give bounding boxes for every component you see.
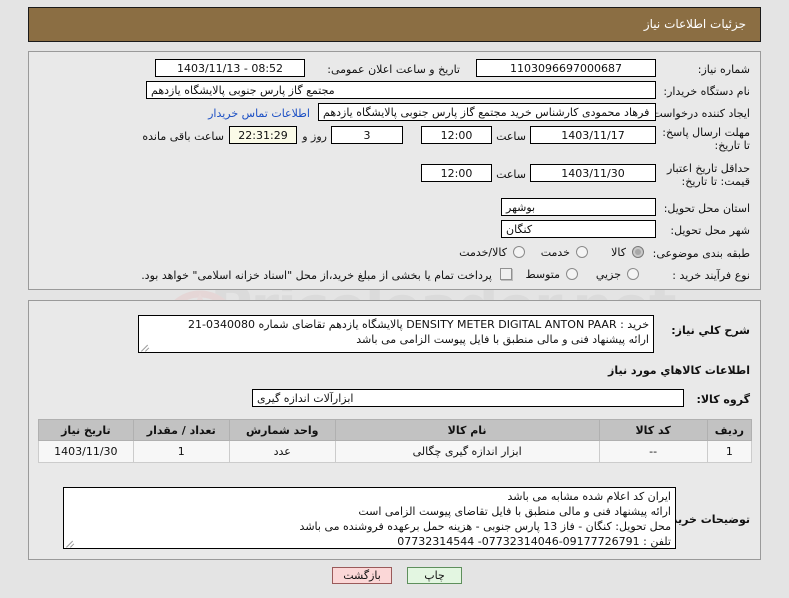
page-title: جزئیات اطلاعات نیاز: [643, 17, 746, 31]
need-info-panel: شماره نیاز: 1103096697000687 تاریخ و ساع…: [28, 51, 761, 290]
radio-category-service-label: خدمت: [540, 246, 570, 259]
th-unit: واحد شمارش: [228, 419, 336, 441]
need-number-label: شماره نیاز:: [697, 63, 750, 76]
goods-group-label: گروه کالا:: [696, 393, 750, 406]
buyer-notes-box: ایران کد اعلام شده مشابه می باشد ارائه پ…: [63, 487, 676, 549]
table-row: 1 -- ابزار اندازه گیری چگالی عدد 1 1403/…: [38, 440, 753, 463]
cell-qty: 1: [132, 440, 230, 463]
creator-value: فرهاد محمودی کارشناس خرید مجتمع گاز پارس…: [318, 103, 656, 121]
deadline-label: مهلت ارسال پاسخ: تا تاریخ:: [662, 126, 750, 152]
cell-name: ابزار اندازه گیری چگالی: [334, 440, 600, 463]
province-value: بوشهر: [501, 198, 656, 216]
price-validity-hour-label: ساعت: [496, 168, 526, 181]
cell-unit: عدد: [228, 440, 336, 463]
countdown-label: ساعت باقی مانده: [142, 130, 224, 143]
announce-datetime-value: 1403/11/13 - 08:52: [155, 59, 305, 77]
print-button[interactable]: چاپ: [407, 567, 462, 584]
buyer-notes-line-2: ارائه پیشنهاد فنی و مالی منطبق با فایل ت…: [358, 505, 671, 518]
page-title-bar: جزئیات اطلاعات نیاز: [28, 7, 761, 42]
radio-process-medium-label: متوسط: [525, 268, 560, 281]
province-label: استان محل تحویل:: [663, 202, 750, 215]
th-code: کد کالا: [598, 419, 708, 441]
th-row: ردیف: [706, 419, 753, 441]
buyer-org-value: مجتمع گاز پارس جنوبی پالایشگاه یازدهم: [146, 81, 656, 99]
buyer-org-label: نام دستگاه خریدار:: [663, 85, 750, 98]
deadline-time-value: 12:00: [421, 126, 492, 144]
description-box: خرید : DENSITY METER DIGITAL ANTON PAAR …: [138, 315, 654, 353]
need-details-panel: شرح کلي نیاز: خرید : DENSITY METER DIGIT…: [28, 300, 761, 560]
category-label: طبقه بندی موضوعی:: [652, 247, 750, 260]
remaining-days-label: روز و: [302, 130, 327, 143]
radio-process-minor[interactable]: [627, 268, 639, 280]
radio-category-service[interactable]: [576, 246, 588, 258]
goods-table: ردیف کد کالا نام کالا واحد شمارش تعداد /…: [38, 419, 753, 463]
buyer-notes-line-4: تلفن : 09177726791-07732314046- 07732314…: [397, 535, 671, 548]
goods-section-title: اطلاعات کالاهاي مورد نیاز: [608, 364, 750, 377]
description-line-2: ارائه پیشنهاد فنی و مالی منطبق با فایل پ…: [356, 333, 649, 346]
deadline-hour-label: ساعت: [496, 130, 526, 143]
cell-need-date: 1403/11/30: [38, 440, 134, 463]
process-label: نوع فرآیند خرید :: [672, 269, 750, 282]
cell-row: 1: [706, 440, 753, 463]
price-validity-label: حداقل تاریخ اعتبار قیمت: تا تاریخ:: [666, 162, 750, 188]
creator-label: ایجاد کننده درخواست:: [648, 107, 750, 120]
th-need-date: تاریخ نیاز: [38, 419, 134, 441]
buyer-contact-link[interactable]: اطلاعات تماس خریدار: [208, 107, 310, 120]
radio-category-goods[interactable]: [632, 246, 644, 258]
th-qty: تعداد / مقدار: [132, 419, 230, 441]
price-validity-date-value: 1403/11/30: [530, 164, 656, 182]
radio-category-goods-service-label: کالا/خدمت: [459, 246, 507, 259]
description-line-1: خرید : DENSITY METER DIGITAL ANTON PAAR …: [188, 318, 649, 331]
city-label: شهر محل تحویل:: [670, 224, 750, 237]
cell-code: --: [598, 440, 708, 463]
description-label: شرح کلي نیاز:: [671, 324, 750, 337]
remaining-days-value: 3: [331, 126, 403, 144]
back-button[interactable]: بازگشت: [332, 567, 392, 584]
th-name: نام کالا: [334, 419, 600, 441]
radio-process-medium[interactable]: [566, 268, 578, 280]
announce-datetime-label: تاریخ و ساعت اعلان عمومی:: [327, 63, 460, 76]
countdown-timer: 22:31:29: [229, 126, 297, 144]
radio-category-goods-label: کالا: [611, 246, 626, 259]
treasury-checkbox-label: پرداخت تمام یا بخشی از مبلغ خرید،از محل …: [141, 269, 492, 282]
radio-process-minor-label: جزیي: [595, 268, 621, 281]
treasury-checkbox[interactable]: [500, 268, 512, 280]
deadline-date-value: 1403/11/17: [530, 126, 656, 144]
need-number-value: 1103096697000687: [476, 59, 656, 77]
table-header-row: ردیف کد کالا نام کالا واحد شمارش تعداد /…: [38, 419, 753, 441]
city-value: کنگان: [501, 220, 656, 238]
buyer-notes-line-1: ایران کد اعلام شده مشابه می باشد: [507, 490, 671, 503]
price-validity-time-value: 12:00: [421, 164, 492, 182]
buyer-notes-line-3: محل تحویل: کنگان - فاز 13 پارس جنوبی - ه…: [299, 520, 671, 533]
goods-group-value: ابزارآلات اندازه گیری: [252, 389, 684, 407]
radio-category-goods-service[interactable]: [513, 246, 525, 258]
